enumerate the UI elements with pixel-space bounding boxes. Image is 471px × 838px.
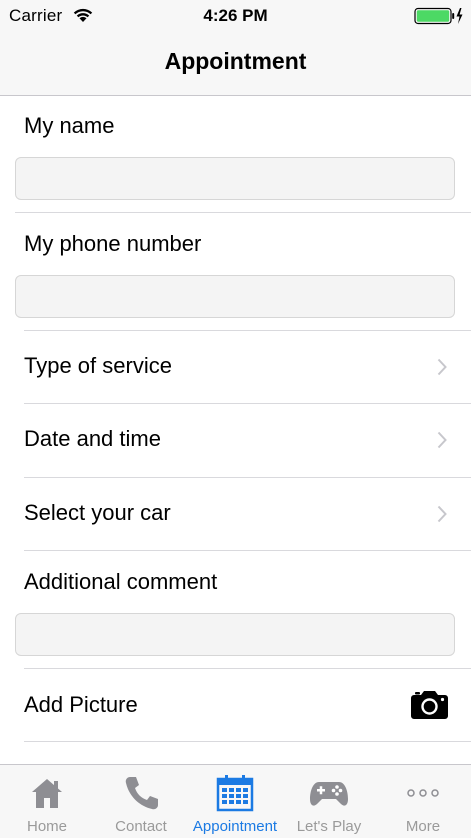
tab-label: Let's Play	[296, 818, 362, 835]
home-icon	[32, 779, 62, 808]
more-icon	[407, 789, 439, 797]
page-title: Appointment	[164, 48, 307, 74]
divider	[24, 741, 471, 742]
type-of-service-row[interactable]: Type of service	[0, 331, 471, 404]
tab-label: Contact	[115, 818, 167, 835]
phone-input[interactable]	[15, 275, 455, 318]
phone-label: My phone number	[24, 231, 202, 256]
chevron-right-icon	[437, 431, 447, 449]
additional-comment-label: Additional comment	[24, 569, 218, 594]
tab-bar: Home Contact Appointment Let's Play More	[0, 764, 471, 838]
tab-label: More	[405, 818, 441, 835]
camera-icon[interactable]	[411, 690, 448, 719]
date-and-time-row[interactable]: Date and time	[0, 404, 471, 477]
name-label: My name	[24, 113, 115, 138]
status-bar: Carrier 4:26 PM	[0, 0, 471, 34]
tab-more[interactable]: More	[376, 765, 470, 838]
tab-appointment[interactable]: Appointment	[188, 765, 282, 838]
chevron-right-icon	[437, 358, 447, 376]
add-picture-label: Add Picture	[24, 692, 138, 717]
divider	[24, 550, 471, 551]
tab-contact[interactable]: Contact	[94, 765, 188, 838]
chevron-right-icon	[437, 505, 447, 523]
battery-icon	[414, 7, 463, 25]
tab-label: Appointment	[192, 818, 278, 835]
navigation-bar: Appointment	[0, 34, 471, 96]
tab-home[interactable]: Home	[0, 765, 94, 838]
type-of-service-label: Type of service	[24, 353, 172, 378]
phone-icon	[125, 777, 158, 810]
tab-lets-play[interactable]: Let's Play	[282, 765, 376, 838]
calendar-icon	[216, 775, 254, 812]
tab-label: Home	[26, 818, 67, 835]
comment-input[interactable]	[15, 613, 455, 656]
status-time: 4:26 PM	[203, 6, 268, 25]
date-and-time-label: Date and time	[24, 426, 161, 451]
name-input[interactable]	[15, 157, 455, 200]
select-your-car-row[interactable]: Select your car	[0, 478, 471, 551]
gamepad-icon	[310, 782, 348, 806]
divider	[15, 212, 471, 213]
divider	[24, 668, 471, 669]
select-your-car-label: Select your car	[24, 500, 171, 525]
